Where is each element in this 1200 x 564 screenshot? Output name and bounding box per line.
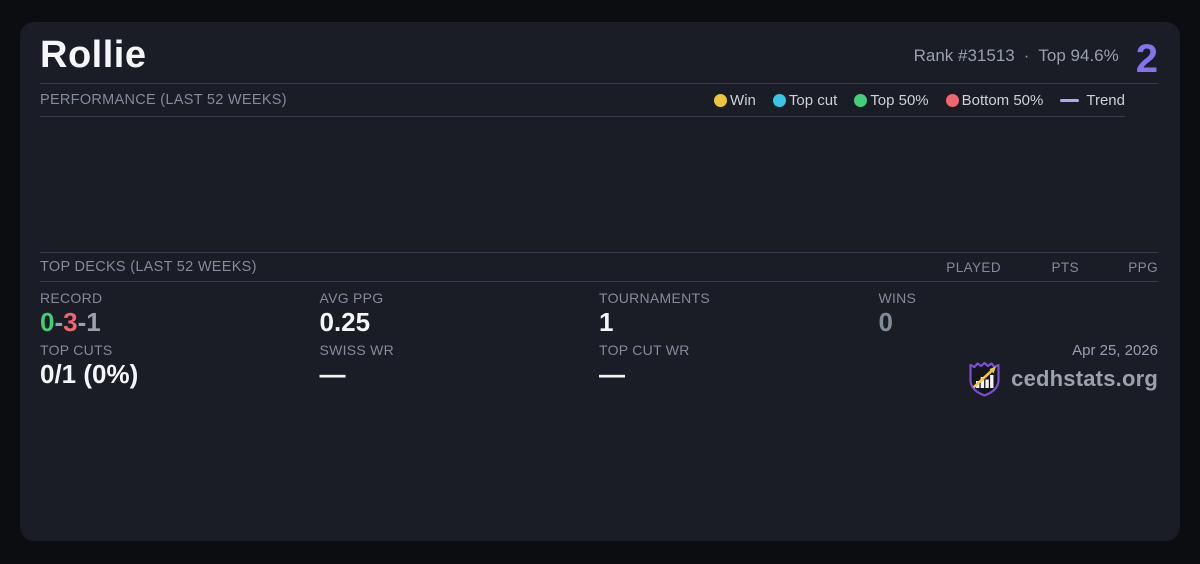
legend-item-bottom50: Bottom 50% [945,91,1044,109]
player-stats-card: Rollie Rank #31513 · Top 94.6% 2 PERFORM… [20,22,1180,541]
trend-line-icon [1060,98,1080,102]
legend-item-trend: Trend [1060,92,1125,109]
site-brand[interactable]: cedhstats.org [966,360,1158,398]
generated-date: Apr 25, 2026 [1072,342,1158,359]
performance-title: PERFORMANCE (LAST 52 WEEKS) [40,92,287,108]
topcut-dot-icon [772,93,786,107]
page-title: Rollie [40,34,147,76]
stat-label: AVG PPG [319,290,384,306]
legend-item-top50: Top 50% [854,91,929,109]
legend-label: Win [730,91,756,109]
column-header-pts: PTS [1051,259,1079,275]
record-value: 0-3-1 [40,308,320,337]
legend-item-topcut: Top cut [772,91,838,109]
rank-label: Rank #31513 [913,45,1015,65]
rank-info: Rank #31513 · Top 94.6% [914,46,1119,66]
branding: Apr 25, 2026 cedhstats.org [879,342,1158,533]
stats-grid: RECORD 0-3-1 AVG PPG 0.25 TOURNAMENTS 1 … [40,282,1158,533]
record-separator: - [77,307,87,337]
top-decks-header: TOP DECKS (LAST 52 WEEKS) PLAYED PTS PPG [40,252,1158,282]
stat-label: RECORD [40,290,103,306]
stat-top-cuts: TOP CUTS 0/1 (0%) [40,342,320,533]
bottom50-dot-icon [945,93,959,107]
stat-top-cut-wr: TOP CUT WR — [599,342,879,533]
record-wins: 0 [40,307,55,337]
stat-tournaments: TOURNAMENTS 1 [599,290,879,342]
cedhstats-logo-icon [969,361,1000,397]
top50-dot-icon [854,93,868,107]
top-percent-label: Top 94.6% [1038,45,1119,65]
stat-record: RECORD 0-3-1 [40,290,320,342]
win-dot-icon [714,93,728,107]
record-losses: 3 [63,307,78,337]
stat-swiss-wr: SWISS WR — [320,342,600,533]
stat-wins: WINS 0 [879,290,1159,342]
legend-item-win: Win [714,92,756,109]
column-header-played: PLAYED [946,259,1001,275]
rank-separator: · [1023,45,1030,65]
stat-avg-ppg: AVG PPG 0.25 [320,290,600,342]
column-header-ppg: PPG [1128,259,1158,275]
record-separator: - [54,307,64,337]
stat-value: 0.25 [319,307,371,337]
stat-value: 0/1 (0%) [40,359,139,389]
legend-label: Top 50% [870,91,929,109]
header-rank-group: Rank #31513 · Top 94.6% 2 [914,36,1158,81]
top-decks-title: TOP DECKS (LAST 52 WEEKS) [40,259,257,275]
stat-value: 1 [599,307,614,337]
stat-label: SWISS WR [319,342,395,358]
site-name: cedhstats.org [1011,366,1158,391]
chart-legend: Win Top cut Top 50% Bottom 50% Trend [714,92,1125,109]
card-header: Rollie Rank #31513 · Top 94.6% 2 [40,22,1158,84]
legend-label: Bottom 50% [961,91,1044,109]
stat-value: — [599,359,625,389]
stat-label: TOURNAMENTS [599,290,710,306]
performance-section-header: PERFORMANCE (LAST 52 WEEKS) Win Top cut … [40,84,1125,117]
legend-label: Trend [1086,91,1125,109]
top-decks-columns: PLAYED PTS PPG [911,260,1158,275]
stat-label: TOP CUT WR [599,342,690,358]
stat-value: 0 [878,307,893,337]
stat-label: WINS [878,290,917,306]
header-big-number: 2 [1135,36,1158,81]
legend-label: Top cut [788,91,838,109]
stat-value: — [319,359,346,389]
stat-label: TOP CUTS [40,342,113,358]
record-draws: 1 [86,307,101,337]
performance-chart [40,117,1158,252]
